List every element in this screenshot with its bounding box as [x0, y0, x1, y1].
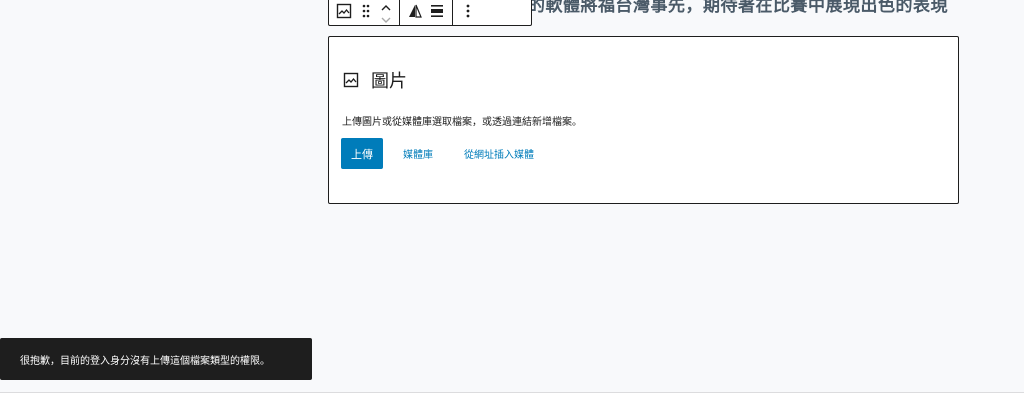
block-toolbar: [328, 0, 532, 26]
more-options-button[interactable]: [457, 0, 479, 23]
toolbar-group-align: [400, 0, 453, 25]
upload-button[interactable]: 上傳: [341, 138, 383, 169]
placeholder-title: 圖片: [371, 71, 407, 92]
block-type-button[interactable]: [333, 0, 355, 23]
drag-handle-button[interactable]: [355, 0, 377, 23]
block-mover: [377, 0, 395, 24]
align-icon: [407, 3, 423, 19]
move-up-button[interactable]: [380, 0, 392, 11]
background-heading-text: 的軟體將福台灣事先，期待著在比賽中展現出色的表現: [528, 0, 948, 16]
toolbar-group-options: [453, 0, 483, 25]
editor-canvas: 的軟體將福台灣事先，期待著在比賽中展現出色的表現 圖片 上傳圖片或從媒體庫選取檔…: [0, 0, 1024, 392]
snackbar-message: 很抱歉，目前的登入身分沒有上傳這個檔案類型的權限。: [20, 355, 270, 367]
insert-from-url-button[interactable]: 從網址插入媒體: [464, 146, 534, 161]
placeholder-label: 圖片: [343, 67, 407, 93]
image-icon: [336, 3, 352, 19]
image-icon: [343, 72, 359, 88]
editor-footer: [0, 392, 1024, 400]
error-snackbar[interactable]: 很抱歉，目前的登入身分沒有上傳這個檔案類型的權限。: [0, 338, 312, 380]
move-down-button[interactable]: [380, 11, 392, 23]
placeholder-actions: 上傳 媒體庫 從網址插入媒體: [341, 138, 534, 169]
drag-handle-icon: [361, 3, 371, 19]
toolbar-group-block: [329, 0, 400, 25]
image-block-placeholder[interactable]: 圖片 上傳圖片或從媒體庫選取檔案，或透過連結新增檔案。 上傳 媒體庫 從網址插入…: [328, 36, 959, 204]
more-options-icon: [465, 3, 471, 19]
justify-icon: [429, 3, 445, 19]
align-button[interactable]: [404, 0, 426, 23]
chevron-down-icon: [381, 17, 391, 23]
placeholder-instructions: 上傳圖片或從媒體庫選取檔案，或透過連結新增檔案。: [342, 117, 582, 128]
media-library-button[interactable]: 媒體庫: [403, 146, 433, 161]
justify-button[interactable]: [426, 0, 448, 23]
